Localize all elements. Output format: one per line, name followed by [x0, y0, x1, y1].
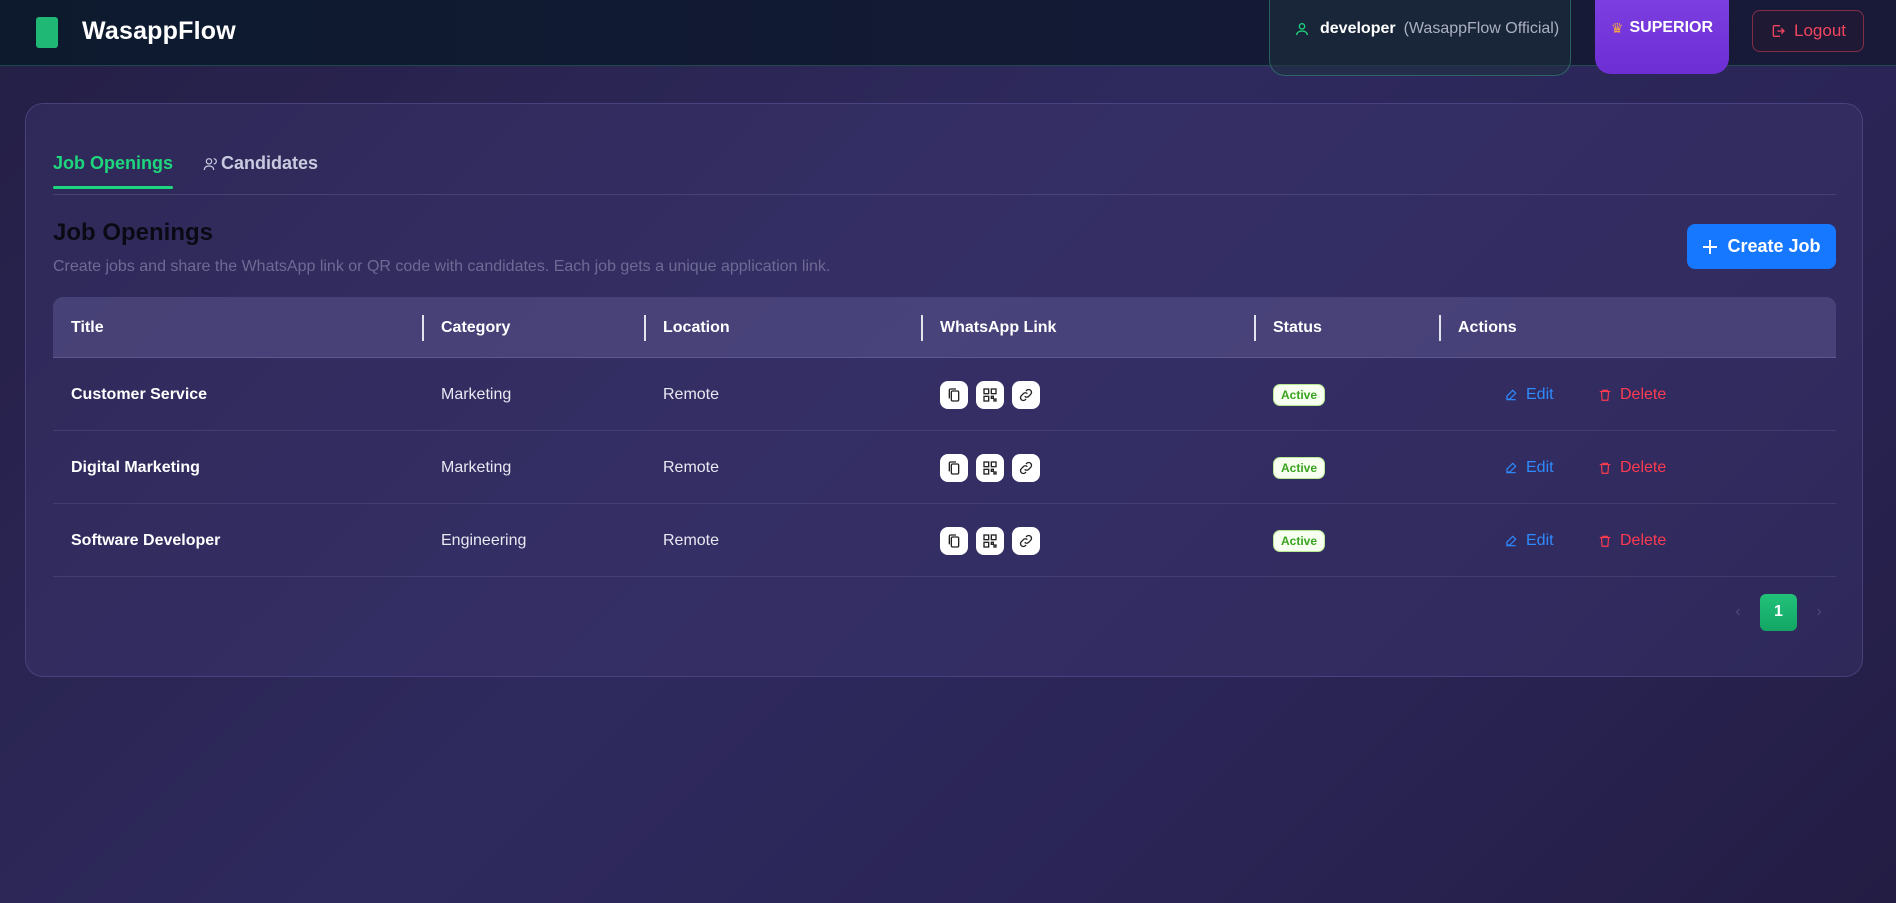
table-row: Digital Marketing Marketing Remote Activ… [53, 431, 1836, 504]
status-cell: Active [1273, 358, 1326, 431]
status-badge: Active [1273, 529, 1326, 552]
delete-label: Delete [1620, 385, 1667, 403]
edit-action: Edit [1504, 504, 1554, 577]
jobs-table: Title Category Location WhatsApp Link St… [53, 297, 1836, 577]
qr-code-icon[interactable] [976, 453, 1004, 482]
app-title: WasappFlow [82, 17, 236, 45]
logout-icon [1772, 25, 1785, 37]
column-divider[interactable] [422, 315, 424, 341]
app-logo-icon [36, 17, 58, 48]
tab-label: Job Openings [53, 153, 174, 173]
edit-label: Edit [1526, 458, 1554, 476]
section-title: Job Openings [53, 219, 214, 246]
job-location: Remote [663, 458, 720, 476]
create-job-label: Create Job [1727, 236, 1821, 256]
delete-label: Delete [1620, 531, 1667, 549]
delete-button[interactable]: Delete [1598, 532, 1666, 550]
job-category: Engineering [441, 531, 527, 549]
link-icon[interactable] [1012, 526, 1040, 555]
job-title: Software Developer [71, 531, 221, 549]
copy-icon[interactable] [940, 380, 968, 409]
edit-label: Edit [1526, 531, 1554, 549]
table-row: Customer Service Marketing Remote Active… [53, 358, 1836, 431]
edit-label: Edit [1526, 385, 1554, 403]
edit-button[interactable]: Edit [1504, 459, 1554, 477]
job-location: Remote [663, 531, 720, 549]
next-page-icon[interactable]: › [1801, 594, 1837, 630]
user-org: (WasappFlow Official) [1403, 20, 1560, 37]
delete-action: Delete [1598, 358, 1666, 431]
logout-label: Logout [1794, 21, 1846, 40]
column-divider[interactable] [1439, 315, 1441, 341]
trash-icon [1599, 462, 1611, 474]
user-name: developer [1320, 20, 1396, 37]
tab-label: Candidates [221, 153, 319, 173]
delete-button[interactable]: Delete [1598, 386, 1666, 404]
tab-bar: Job Openings Candidates [53, 104, 1836, 195]
delete-label: Delete [1620, 458, 1667, 476]
column-divider[interactable] [1254, 315, 1256, 341]
edit-icon [1506, 389, 1517, 400]
copy-icon[interactable] [940, 526, 968, 555]
column-divider[interactable] [644, 315, 646, 341]
job-title: Customer Service [71, 385, 208, 403]
whatsapp-link-actions [940, 431, 1048, 504]
job-location: Remote [663, 385, 720, 403]
link-icon[interactable] [1012, 453, 1040, 482]
status-cell: Active [1273, 504, 1326, 577]
plus-icon [1703, 239, 1718, 254]
user-info: developer (WasappFlow Official) [1269, 0, 1571, 76]
column-header-whatsapp-link: WhatsApp Link [940, 319, 1057, 336]
trash-icon [1599, 535, 1611, 547]
edit-icon [1506, 535, 1517, 546]
edit-icon [1506, 462, 1517, 473]
edit-action: Edit [1504, 431, 1554, 504]
copy-icon[interactable] [940, 453, 968, 482]
status-cell: Active [1273, 431, 1326, 504]
job-category: Marketing [441, 385, 512, 403]
status-badge: Active [1273, 383, 1326, 406]
plan-label: SUPERIOR [1629, 19, 1714, 36]
delete-button[interactable]: Delete [1598, 459, 1666, 477]
edit-button[interactable]: Edit [1504, 532, 1554, 550]
table-row: Software Developer Engineering Remote Ac… [53, 504, 1836, 577]
prev-page-icon[interactable]: ‹ [1720, 594, 1756, 630]
qr-code-icon[interactable] [976, 526, 1004, 555]
delete-action: Delete [1598, 431, 1666, 504]
table-body: Customer Service Marketing Remote Active… [53, 358, 1836, 577]
delete-action: Delete [1598, 504, 1666, 577]
tab-job-openings[interactable]: Job Openings [53, 153, 174, 189]
column-header-category: Category [441, 319, 511, 336]
status-badge: Active [1273, 456, 1326, 479]
create-job-button[interactable]: Create Job [1687, 224, 1836, 269]
trash-icon [1599, 389, 1611, 401]
column-header-title: Title [71, 319, 104, 336]
qr-code-icon[interactable] [976, 380, 1004, 409]
crown-icon: ♛ [1610, 19, 1624, 36]
section-description: Create jobs and share the WhatsApp link … [53, 258, 831, 275]
link-icon[interactable] [1012, 380, 1040, 409]
whatsapp-link-actions [940, 358, 1048, 431]
users-icon [203, 157, 217, 170]
column-header-location: Location [663, 319, 730, 336]
whatsapp-link-actions [940, 504, 1048, 577]
jobs-card: Job Openings Candidates Job Openings Cre… [25, 103, 1863, 677]
top-header: WasappFlow developer (WasappFlow Officia… [0, 0, 1896, 76]
page-number-current[interactable]: 1 [1760, 593, 1797, 631]
tab-candidates[interactable]: Candidates [203, 153, 318, 174]
column-header-actions: Actions [1458, 319, 1517, 336]
column-header-status: Status [1273, 319, 1322, 336]
pagination: ‹ 1 › [1720, 593, 1837, 631]
job-category: Marketing [441, 458, 512, 476]
edit-button[interactable]: Edit [1504, 386, 1554, 404]
job-title: Digital Marketing [71, 458, 200, 476]
logout-button[interactable]: Logout [1752, 10, 1864, 52]
column-divider[interactable] [921, 315, 923, 341]
edit-action: Edit [1504, 358, 1554, 431]
table-header: Title Category Location WhatsApp Link St… [53, 297, 1836, 358]
plan-badge[interactable]: ♛ SUPERIOR [1595, 0, 1729, 74]
user-icon [1296, 23, 1308, 36]
